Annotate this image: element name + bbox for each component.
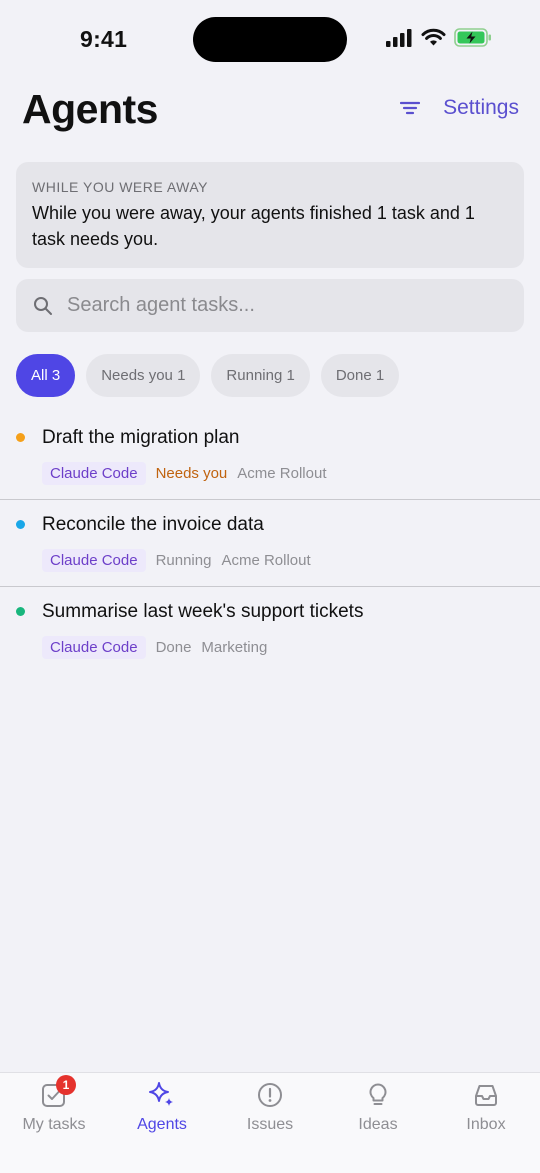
away-summary-text: While you were away, your agents finishe…: [32, 203, 475, 249]
task-title: Draft the migration plan: [42, 427, 240, 448]
tab-label: Ideas: [358, 1116, 398, 1133]
chip-done[interactable]: Done 1: [320, 354, 400, 397]
status-time: 9:41: [80, 26, 128, 52]
task-row[interactable]: Summarise last week's support tickets Cl…: [0, 588, 540, 675]
notification-badge: 1: [56, 1075, 76, 1095]
tab-label: Agents: [137, 1116, 187, 1133]
divider: [0, 499, 540, 500]
tab-icon-wrap: [472, 1081, 500, 1109]
agent-tag: Claude Code: [42, 549, 146, 572]
lightbulb-icon: [369, 1083, 387, 1105]
tab-label: My tasks: [22, 1116, 86, 1133]
task-meta: Claude Code Needs you Acme Rollout: [42, 462, 326, 485]
agent-tag: Claude Code: [42, 636, 146, 659]
search-icon: [34, 296, 52, 315]
task-row[interactable]: Reconcile the invoice data Claude Code R…: [0, 501, 540, 588]
task-project: Acme Rollout: [221, 552, 311, 569]
wifi-icon: [421, 28, 446, 46]
task-status: Running: [155, 552, 212, 569]
task-status: Done: [155, 639, 192, 656]
task-project: Acme Rollout: [237, 465, 327, 482]
tab-icon-wrap: [256, 1081, 284, 1109]
status-icons: [386, 28, 492, 47]
settings-button[interactable]: Settings: [443, 96, 519, 120]
inbox-icon: [475, 1085, 497, 1106]
task-project: Marketing: [201, 639, 268, 656]
task-meta: Claude Code Done Marketing: [42, 636, 267, 659]
task-title: Summarise last week's support tickets: [42, 601, 364, 622]
task-status: Needs you: [155, 465, 228, 482]
filter-chips: All 3 Needs you 1 Running 1 Done 1: [16, 354, 400, 397]
filter-button[interactable]: [396, 96, 424, 120]
chip-running[interactable]: Running 1: [211, 354, 310, 397]
tab-icon-wrap: [364, 1081, 392, 1109]
divider: [0, 586, 540, 587]
dynamic-island: [193, 17, 347, 62]
sparkle-icon: [149, 1082, 173, 1106]
agent-tag: Claude Code: [42, 462, 146, 485]
page-title: Agents: [22, 86, 158, 132]
status-dot: [16, 607, 25, 616]
search-input[interactable]: [67, 294, 487, 317]
away-summary-label: WHILE YOU WERE AWAY: [32, 179, 208, 195]
alert-circle-icon: [258, 1083, 282, 1107]
battery-charging-icon: [454, 28, 491, 47]
status-dot: [16, 520, 25, 529]
tab-label: Inbox: [466, 1116, 506, 1133]
tab-ideas[interactable]: Ideas: [324, 1073, 432, 1173]
filter-icon: [400, 101, 420, 115]
tab-issues[interactable]: Issues: [216, 1073, 324, 1173]
chip-needs-you[interactable]: Needs you 1: [86, 354, 201, 397]
tab-icon-wrap: 1: [40, 1075, 76, 1109]
away-summary-card: WHILE YOU WERE AWAY While you were away,…: [16, 162, 524, 268]
tab-my-tasks[interactable]: 1 My tasks: [0, 1073, 108, 1173]
task-meta: Claude Code Running Acme Rollout: [42, 549, 311, 572]
task-row[interactable]: Draft the migration plan Claude Code Nee…: [0, 414, 540, 501]
tab-label: Issues: [246, 1116, 294, 1133]
status-dot: [16, 433, 25, 442]
chip-all[interactable]: All 3: [16, 354, 76, 397]
tab-agents[interactable]: Agents: [108, 1073, 216, 1173]
status-bar: 9:41: [0, 0, 540, 80]
task-title: Reconcile the invoice data: [42, 514, 264, 535]
tab-icon-wrap: [148, 1081, 176, 1109]
search-bar[interactable]: [16, 279, 524, 332]
tab-inbox[interactable]: Inbox: [432, 1073, 540, 1173]
signal-icon: [386, 28, 412, 47]
tab-bar: 1 My tasks Agents Issues Ideas Inbox: [0, 1072, 540, 1173]
